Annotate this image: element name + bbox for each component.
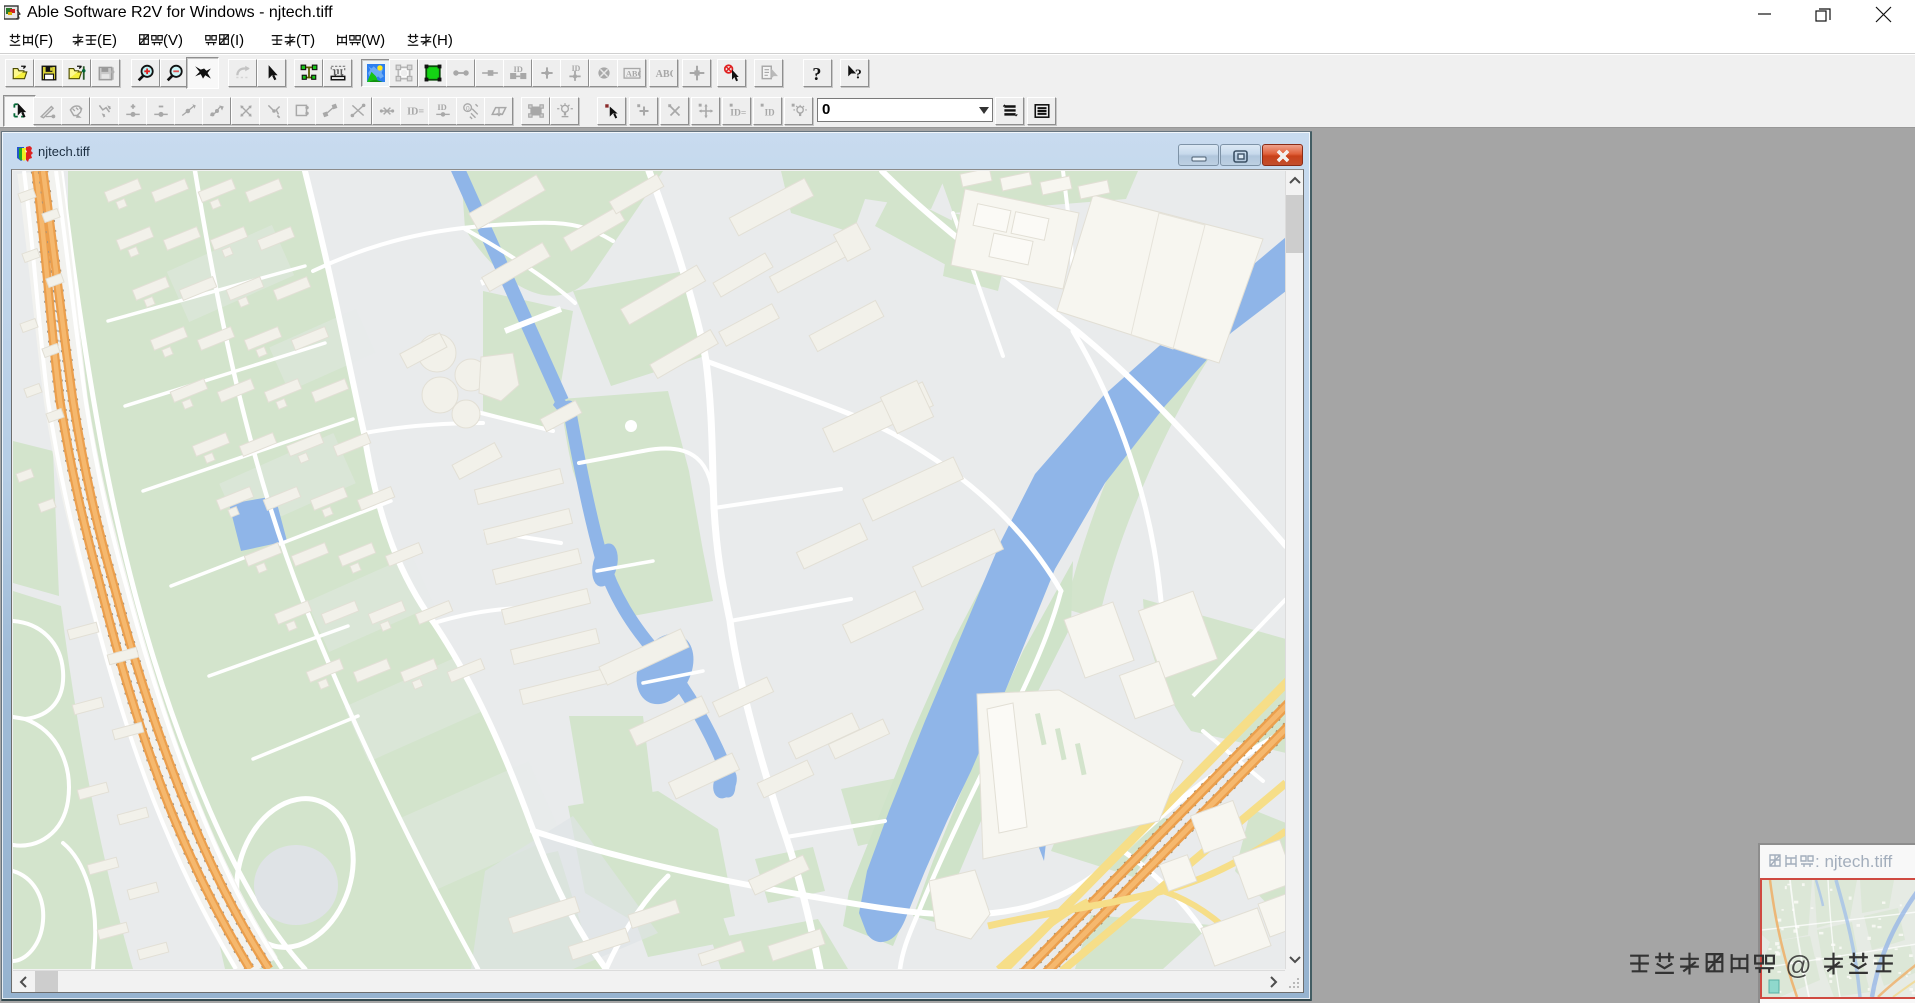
svg-text:ID: ID: [513, 64, 522, 74]
svg-text:ID: ID: [571, 64, 580, 73]
svg-text:ID: ID: [764, 108, 775, 118]
svg-text:ID=: ID=: [730, 108, 746, 119]
svg-text:0: 0: [465, 105, 469, 112]
svg-text:ABC: ABC: [625, 68, 640, 78]
svg-text:?: ?: [855, 67, 862, 82]
svg-text:ID: ID: [437, 102, 446, 112]
svg-text:ABC: ABC: [655, 69, 672, 80]
svg-text:ID=: ID=: [407, 106, 424, 117]
svg-text:?: ?: [812, 64, 821, 82]
